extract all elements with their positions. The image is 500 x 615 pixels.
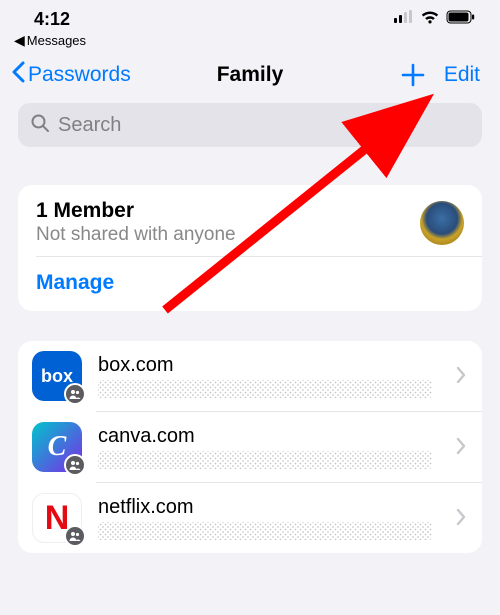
- shared-badge-icon: [64, 383, 86, 405]
- status-bar: 4:12: [0, 0, 500, 30]
- manage-button[interactable]: Manage: [18, 257, 482, 311]
- group-info-card: 1 Member Not shared with anyone Manage: [18, 185, 482, 311]
- shared-badge-icon: [64, 525, 86, 547]
- password-list: box box.com C canva.com: [18, 341, 482, 553]
- status-time: 4:12: [34, 9, 70, 30]
- search-field[interactable]: [18, 103, 482, 147]
- wifi-icon: [420, 10, 440, 29]
- nav-back-label: Passwords: [28, 63, 131, 87]
- member-summary-row: 1 Member Not shared with anyone: [18, 185, 482, 256]
- password-entry[interactable]: N netflix.com: [18, 483, 482, 553]
- status-icons: [394, 10, 476, 29]
- cellular-icon: [394, 10, 414, 28]
- entry-domain: box.com: [98, 354, 450, 377]
- entry-username-redacted: [98, 522, 432, 540]
- search-input[interactable]: [58, 114, 470, 137]
- breadcrumb-label: Messages: [27, 33, 86, 48]
- battery-icon: [446, 10, 476, 29]
- chevron-right-icon: [450, 362, 472, 390]
- edit-button[interactable]: Edit: [444, 63, 480, 87]
- password-entry[interactable]: C canva.com: [18, 412, 482, 482]
- shared-badge-icon: [64, 454, 86, 476]
- breadcrumb-back[interactable]: ◀ Messages: [0, 30, 500, 55]
- member-count: 1 Member: [36, 199, 420, 223]
- nav-back-button[interactable]: Passwords: [10, 61, 131, 89]
- chevron-left-icon: [10, 61, 26, 89]
- chevron-right-icon: [450, 433, 472, 461]
- add-button[interactable]: [400, 62, 426, 89]
- chevron-right-icon: [450, 504, 472, 532]
- entry-domain: netflix.com: [98, 496, 450, 519]
- entry-username-redacted: [98, 380, 432, 398]
- back-caret-icon: ◀: [14, 32, 25, 49]
- entry-domain: canva.com: [98, 425, 450, 448]
- nav-bar: Passwords Family Edit: [0, 55, 500, 99]
- avatar[interactable]: [420, 201, 464, 245]
- search-icon: [30, 113, 50, 138]
- password-entry[interactable]: box box.com: [18, 341, 482, 411]
- sharing-status: Not shared with anyone: [36, 224, 420, 246]
- entry-username-redacted: [98, 451, 432, 469]
